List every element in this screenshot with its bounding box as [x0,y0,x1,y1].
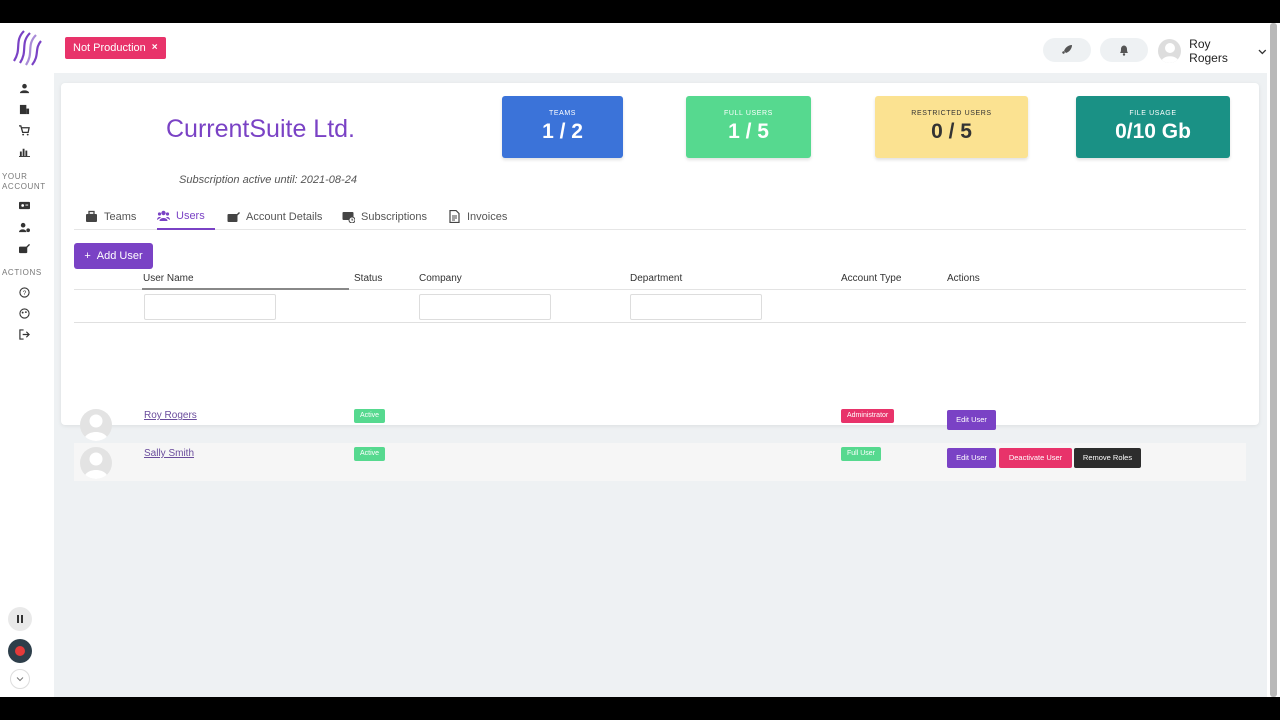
table-row: Roy Rogers Active Administrator Edit Use… [74,405,1246,443]
svg-text:?: ? [22,289,26,296]
user-menu-name: Roy Rogers [1189,37,1228,65]
record-button[interactable] [8,639,32,663]
cart-icon[interactable] [16,122,32,138]
edit-user-button[interactable]: Edit User [947,410,996,430]
document-icon [449,210,460,223]
avatar [80,447,112,479]
company-name: CurrentSuite Ltd. [166,115,355,143]
close-icon[interactable]: × [152,37,158,59]
status-badge: Active [354,447,386,461]
deactivate-user-button[interactable]: Deactivate User [999,448,1072,468]
notifications-button[interactable] [1100,38,1148,62]
tab-label: Subscriptions [361,210,428,223]
stat-value: 0 / 5 [931,120,972,143]
department-filter-input[interactable] [630,294,762,320]
filter-divider [74,322,1246,323]
tab-label: Users [176,209,205,222]
user-name-link[interactable]: Roy Rogers [144,410,197,421]
stat-value: 0/10 Gb [1115,120,1191,143]
page-scrollbar[interactable] [1267,23,1280,697]
sidebar: YOUR ACCOUNT ACTIONS ? [0,23,54,697]
sidebar-section-account: YOUR ACCOUNT [2,172,46,191]
stat-card-teams: TEAMS 1 / 2 [502,96,623,158]
launch-button[interactable] [1043,38,1091,62]
logo-icon[interactable] [8,27,46,67]
chevron-down-icon [16,677,24,682]
tab-bar: Teams Users Account Details Subscription… [74,203,1246,230]
subscription-icon [342,212,355,223]
edit-user-button[interactable]: Edit User [947,448,996,468]
pause-button[interactable] [8,607,32,631]
account-type-badge: Full User [841,447,882,461]
rocket-icon [1062,45,1072,54]
column-header-status[interactable]: Status [354,272,382,290]
stat-label: FULL USERS [724,110,773,117]
user-name-filter-input[interactable] [144,294,276,320]
plus-icon: + [84,250,91,262]
column-header-actions: Actions [947,273,980,284]
user-name-link[interactable]: Sally Smith [144,448,194,459]
tab-label: Invoices [467,210,508,223]
status-badge: Active [354,409,386,423]
tab-label: Teams [104,210,137,223]
pause-icon [17,615,23,623]
tab-users[interactable]: Users [157,203,215,230]
logout-icon[interactable] [16,326,32,342]
tab-label: Account Details [246,210,323,223]
remove-roles-button[interactable]: Remove Roles [1074,448,1141,468]
briefcase-edit-icon[interactable] [16,240,32,256]
record-icon [15,646,25,656]
avatar [1158,39,1182,63]
id-card-icon[interactable] [16,197,32,213]
scrollbar-thumb[interactable] [1270,23,1277,697]
bell-icon [1120,45,1128,56]
sort-indicator [142,288,349,290]
stat-label: TEAMS [548,110,577,117]
table-row: Sally Smith Active Full User Edit User D… [74,443,1246,481]
user-menu[interactable]: Roy Rogers [1158,37,1267,65]
company-filter-input[interactable] [419,294,551,320]
stat-label: RESTRICTED USERS [911,110,992,117]
tab-account-details[interactable]: Account Details [227,203,322,230]
collapse-button[interactable] [10,669,30,689]
column-header-department[interactable]: Department [630,272,682,290]
chart-icon[interactable] [16,143,32,159]
subscription-status: Subscription active until: 2021-08-24 [179,174,357,186]
palette-icon[interactable] [16,305,32,321]
top-bar: Not Production × Roy Rogers [54,23,1267,73]
chevron-down-icon [1258,49,1267,54]
environment-badge: Not Production × [65,37,166,59]
add-user-label: Add User [96,250,143,262]
tab-teams[interactable]: Teams [85,203,136,230]
stat-card-restricted-users: RESTRICTED USERS 0 / 5 [875,96,1028,158]
add-user-button[interactable]: + Add User [74,243,153,269]
environment-label: Not Production [73,42,146,54]
tab-invoices[interactable]: Invoices [448,203,507,230]
user-icon[interactable] [16,80,32,96]
app-window: YOUR ACCOUNT ACTIONS ? Not Production × … [0,23,1280,697]
sidebar-section-actions: ACTIONS [2,268,42,277]
column-header-company[interactable]: Company [419,272,462,290]
stat-card-file-usage: FILE USAGE 0/10 Gb [1076,96,1230,158]
stat-card-full-users: FULL USERS 1 / 5 [686,96,811,158]
user-settings-icon[interactable] [16,219,32,235]
avatar [80,409,112,441]
account-type-badge: Administrator [841,409,895,423]
column-header-account-type[interactable]: Account Type [841,272,901,290]
briefcase-edit-icon [227,212,240,222]
tab-subscriptions[interactable]: Subscriptions [342,203,427,230]
stat-value: 1 / 5 [728,120,769,143]
briefcase-icon [86,210,97,222]
users-icon [157,210,170,221]
stat-value: 1 / 2 [542,120,583,143]
account-card: CurrentSuite Ltd. Subscription active un… [61,83,1259,481]
building-icon[interactable] [16,101,32,117]
help-icon[interactable]: ? [16,284,32,300]
stat-label: FILE USAGE [1129,110,1177,117]
